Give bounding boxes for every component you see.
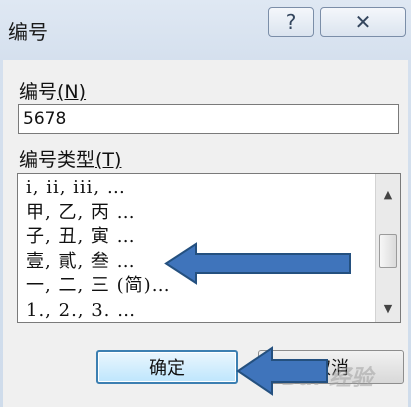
list-item-financial-upper[interactable]: 壹, 貳, 叁 … xyxy=(26,250,171,275)
number-type-label-text: 编号类型 xyxy=(19,149,96,171)
list-item-arabic-dot[interactable]: 1., 2., 3. … xyxy=(26,299,171,323)
watermark-logo: Bai 经验 xyxy=(282,366,373,391)
list-item-chinese-simplified[interactable]: 一, 二, 三 (简)… xyxy=(26,274,171,299)
ok-button[interactable]: 确定 xyxy=(96,350,238,384)
scroll-down-icon[interactable]: ▼ xyxy=(376,296,400,320)
number-dialog: 编号 ? ✕ 编号(N) 5678 编号类型(T) i, ii, iii, … … xyxy=(0,0,411,407)
number-type-list[interactable]: i, ii, iii, … 甲, 乙, 丙 … 子, 丑, 寅 … 壹, 貳, … xyxy=(17,173,401,323)
list-item-jia-yi-bing[interactable]: 甲, 乙, 丙 … xyxy=(26,201,171,226)
list-item-roman[interactable]: i, ii, iii, … xyxy=(26,176,171,201)
number-input[interactable]: 5678 xyxy=(18,104,399,134)
list-item-zi-chou-yin[interactable]: 子, 丑, 寅 … xyxy=(26,225,171,250)
help-icon: ? xyxy=(285,10,297,34)
number-label: 编号(N) xyxy=(19,77,86,104)
number-type-items: i, ii, iii, … 甲, 乙, 丙 … 子, 丑, 寅 … 壹, 貳, … xyxy=(26,176,171,323)
help-button[interactable]: ? xyxy=(268,7,314,37)
dialog-title: 编号 xyxy=(8,20,48,44)
number-label-accesskey: (N) xyxy=(57,81,87,103)
scroll-up-icon[interactable]: ▲ xyxy=(376,182,400,206)
number-label-text: 编号 xyxy=(19,81,58,103)
number-type-label-accesskey: (T) xyxy=(95,149,122,171)
number-type-label: 编号类型(T) xyxy=(19,145,121,172)
close-icon: ✕ xyxy=(354,10,372,34)
list-scrollbar[interactable]: ▲ ▼ xyxy=(375,174,400,322)
dialog-content: 编号(N) 5678 编号类型(T) i, ii, iii, … 甲, 乙, 丙… xyxy=(3,60,408,407)
scroll-thumb[interactable] xyxy=(379,234,397,268)
close-button[interactable]: ✕ xyxy=(320,7,406,37)
